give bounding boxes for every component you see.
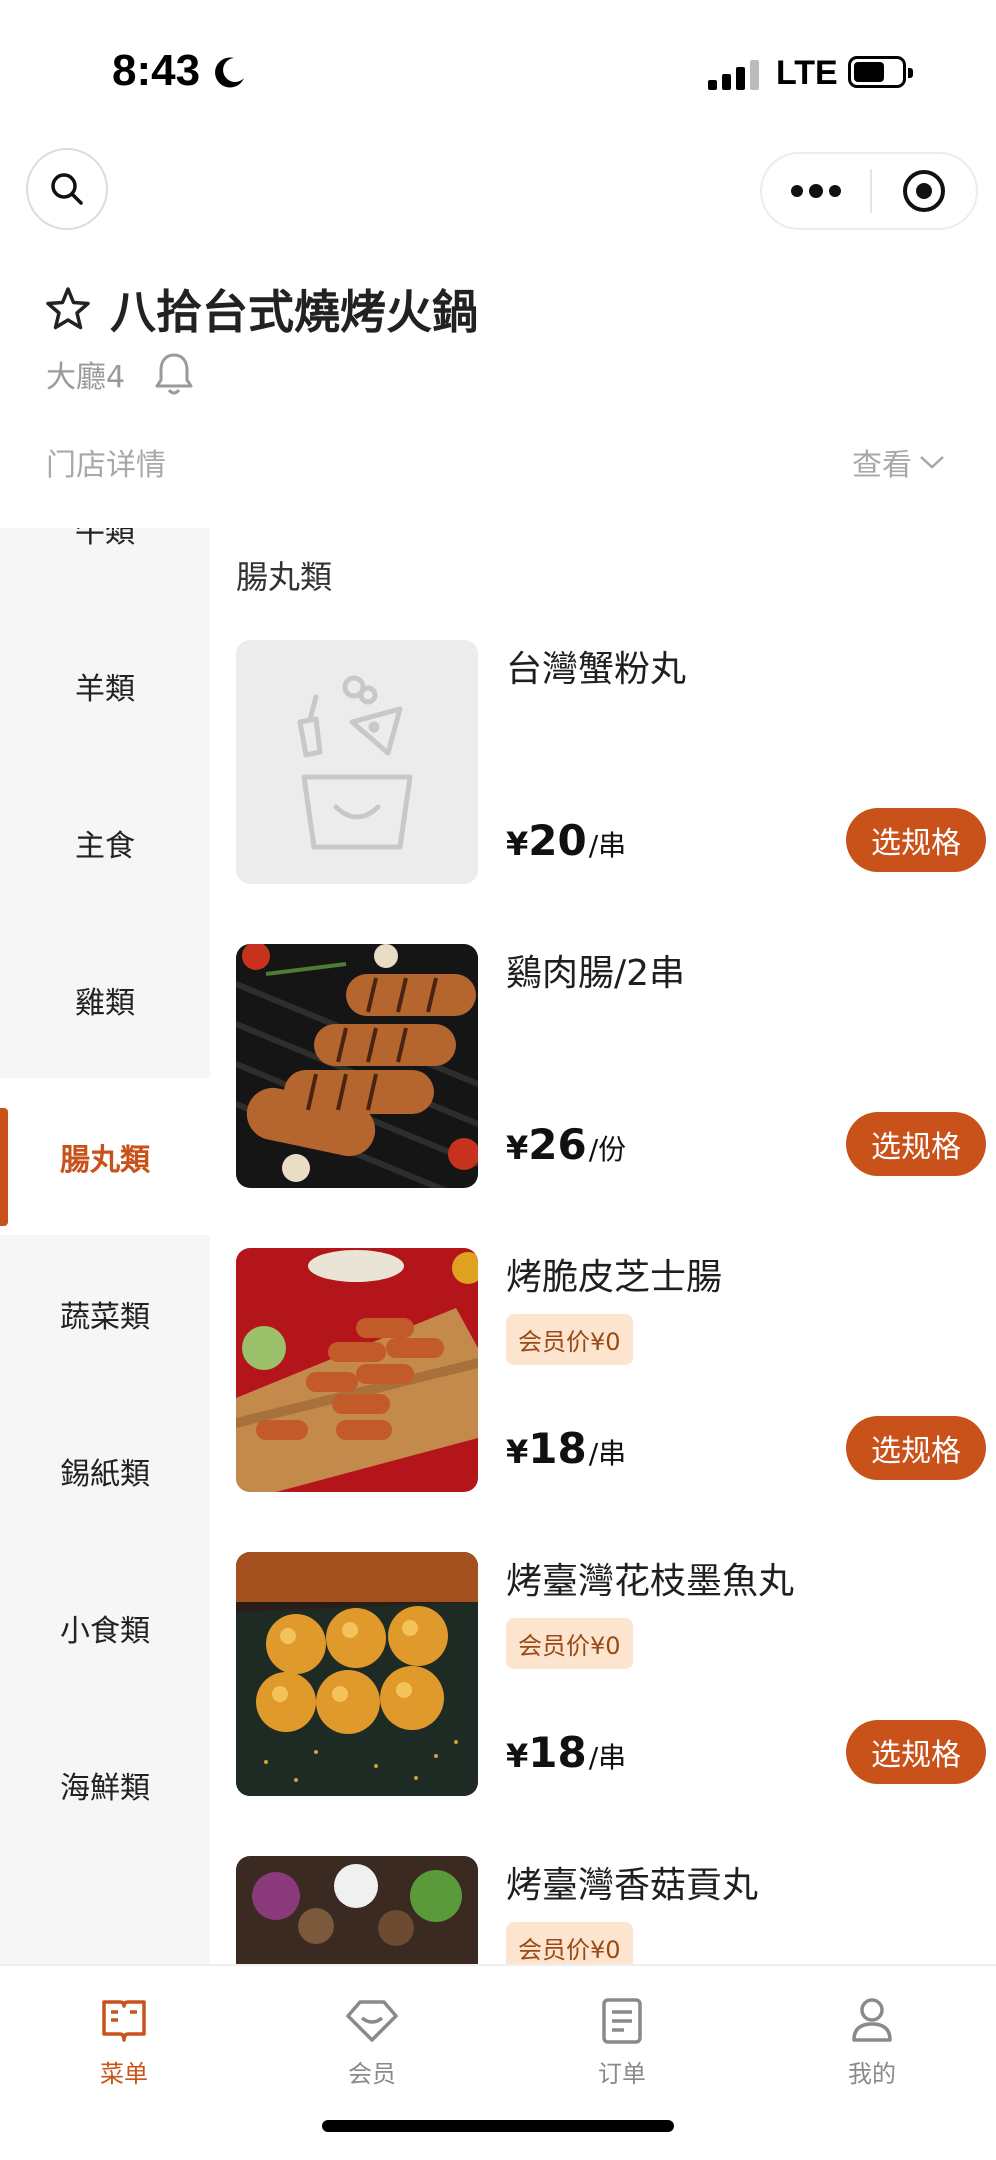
category-sidebar[interactable]: 牛類 羊類 主食 雞類 腸丸類 蔬菜類 錫紙類 小食類 海鮮類	[0, 528, 210, 1964]
dot-icon	[809, 184, 823, 198]
member-diamond-icon	[346, 2000, 398, 2042]
sidebar-item-vegetables[interactable]: 蔬菜類	[0, 1235, 210, 1392]
category-label: 海鮮類	[60, 1770, 150, 1806]
member-price-tag: 会员价¥0	[506, 1618, 633, 1669]
sidebar-item-seafood[interactable]: 海鮮類	[0, 1706, 210, 1863]
sidebar-item-foil[interactable]: 錫紙類	[0, 1392, 210, 1549]
store-name: 八拾台式燒烤火鍋	[110, 285, 478, 339]
member-price-tag: 会员价¥0	[506, 1314, 633, 1365]
star-icon[interactable]	[44, 285, 92, 333]
category-label: 錫紙類	[60, 1456, 150, 1492]
store-subinfo: 大廳4	[46, 350, 195, 398]
sidebar-item-staple[interactable]: 主食	[0, 764, 210, 921]
placeholder-icon	[297, 675, 413, 850]
section-title: 腸丸類	[236, 558, 333, 596]
product-name: 烤臺灣花枝墨魚丸	[506, 1561, 795, 1602]
chevron-down-icon	[920, 456, 944, 469]
status-bar: 8:43 LTE	[0, 0, 996, 140]
price-amount: 18	[528, 1424, 587, 1473]
tab-label: 我的	[848, 2060, 896, 2088]
product-price: ¥ 20 /串	[506, 816, 626, 865]
product-image-placeholder	[236, 640, 478, 884]
status-time: 8:43	[112, 46, 201, 95]
signal-icon	[708, 58, 759, 90]
price-currency: ¥	[506, 1737, 529, 1775]
sidebar-item-chicken[interactable]: 雞類	[0, 921, 210, 1078]
tab-label: 订单	[598, 2060, 646, 2088]
tab-profile[interactable]: 我的	[782, 1994, 962, 2089]
price-currency: ¥	[506, 1433, 529, 1471]
store-detail-label: 门店详情	[46, 448, 166, 483]
product-item[interactable]: 烤臺灣花枝墨魚丸 会员价¥0 ¥ 18 /串 选规格	[236, 1552, 986, 1796]
sidebar-item-beef[interactable]: 牛類	[0, 528, 210, 607]
search-icon	[51, 173, 83, 205]
view-label: 查看	[852, 448, 912, 483]
sidebar-item-snacks[interactable]: 小食類	[0, 1549, 210, 1706]
price-unit: /份	[588, 1133, 627, 1166]
profile-icon	[852, 1998, 892, 2042]
product-name: 台灣蟹粉丸	[506, 649, 687, 690]
category-label: 主食	[75, 828, 135, 864]
more-options-button[interactable]	[762, 154, 870, 228]
price-unit: /串	[588, 829, 627, 862]
product-image-cheese-sausage	[236, 1248, 478, 1492]
product-price: ¥ 18 /串	[506, 1728, 626, 1777]
search-button[interactable]	[26, 148, 108, 230]
product-price: ¥ 26 /份	[506, 1120, 626, 1169]
product-name: 烤脆皮芝士腸	[506, 1257, 723, 1298]
category-label: 羊類	[75, 671, 135, 707]
tab-menu[interactable]: 菜单	[34, 1994, 214, 2089]
view-store-detail-link[interactable]: 查看	[852, 440, 946, 484]
product-item[interactable]: 鷄肉腸/2串 ¥ 26 /份 选规格	[236, 944, 986, 1188]
product-image-grilled-sausage	[236, 944, 478, 1188]
product-name: 烤臺灣香菇貢丸	[506, 1865, 759, 1906]
order-list-icon	[602, 1998, 642, 2044]
price-currency: ¥	[506, 825, 529, 863]
tab-orders[interactable]: 订单	[532, 1994, 712, 2089]
category-label: 腸丸類	[60, 1142, 150, 1178]
price-unit: /串	[588, 1437, 627, 1470]
dot-icon	[829, 185, 841, 197]
target-icon	[903, 170, 945, 212]
home-indicator[interactable]	[322, 2120, 674, 2132]
product-item[interactable]: 烤臺灣香菇貢丸 会员价¥0	[236, 1856, 986, 1964]
price-amount: 20	[528, 816, 587, 865]
dot-icon	[791, 185, 803, 197]
price-unit: /串	[588, 1741, 627, 1774]
product-list[interactable]: 腸丸類 台灣蟹粉丸 ¥ 20 /串 选规格 鷄肉腸/2串 ¥ 26 /份 选规格…	[210, 528, 996, 1964]
category-label: 小食類	[60, 1613, 150, 1649]
category-label: 雞類	[75, 985, 135, 1021]
category-label: 牛類	[75, 528, 135, 550]
product-image-cuttlefish-ball	[236, 1552, 478, 1796]
sidebar-item-sausage-balls[interactable]: 腸丸類	[0, 1078, 210, 1235]
store-header: 八拾台式燒烤火鍋	[44, 276, 478, 342]
price-amount: 26	[528, 1120, 587, 1169]
menu-book-icon	[102, 2000, 146, 2042]
moon-icon	[215, 57, 244, 88]
select-spec-button[interactable]: 选规格	[846, 1720, 986, 1784]
bell-icon[interactable]	[153, 350, 195, 398]
product-price: ¥ 18 /串	[506, 1424, 626, 1473]
select-spec-button[interactable]: 选规格	[846, 808, 986, 872]
price-currency: ¥	[506, 1129, 529, 1167]
tab-member[interactable]: 会员	[282, 1994, 462, 2089]
network-label: LTE	[776, 54, 838, 92]
tab-label: 会员	[348, 2060, 396, 2088]
price-amount: 18	[528, 1728, 587, 1777]
product-name: 鷄肉腸/2串	[506, 953, 686, 994]
close-miniprogram-button[interactable]	[872, 154, 976, 228]
member-price-tag: 会员价¥0	[506, 1922, 633, 1964]
battery-icon	[848, 56, 913, 88]
miniprogram-capsule	[760, 152, 978, 230]
hall-label: 大廳4	[46, 360, 126, 395]
product-image-mushroom-meatball	[236, 1856, 478, 1964]
product-item[interactable]: 台灣蟹粉丸 ¥ 20 /串 选规格	[236, 640, 986, 884]
tab-label: 菜单	[100, 2060, 148, 2088]
select-spec-button[interactable]: 选规格	[846, 1112, 986, 1176]
select-spec-button[interactable]: 选规格	[846, 1416, 986, 1480]
product-item[interactable]: 烤脆皮芝士腸 会员价¥0 ¥ 18 /串 选规格	[236, 1248, 986, 1492]
category-label: 蔬菜類	[60, 1299, 150, 1335]
sidebar-item-lamb[interactable]: 羊類	[0, 607, 210, 764]
